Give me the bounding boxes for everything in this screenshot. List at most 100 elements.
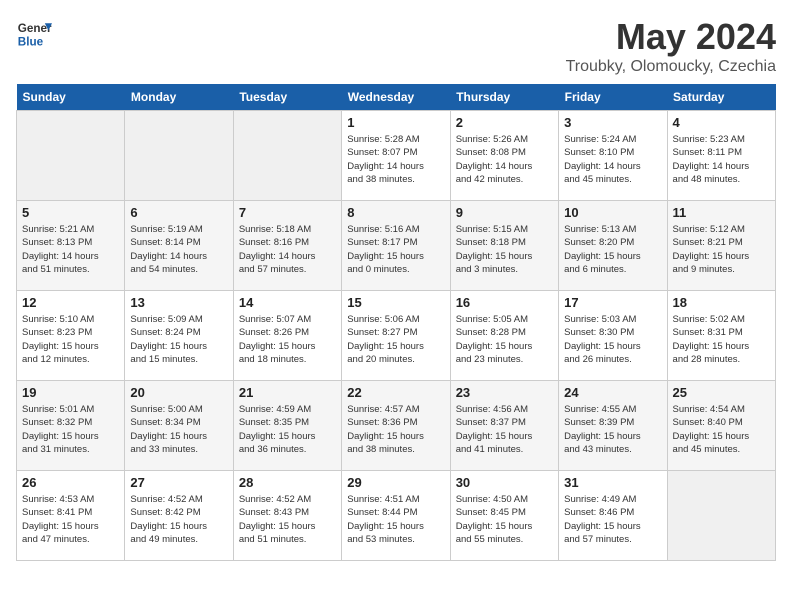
cell-info: Sunrise: 5:28 AM Sunset: 8:07 PM Dayligh… [347, 133, 444, 186]
day-number: 3 [564, 115, 661, 130]
day-number: 4 [673, 115, 770, 130]
calendar-cell: 28Sunrise: 4:52 AM Sunset: 8:43 PM Dayli… [233, 471, 341, 561]
calendar-cell: 27Sunrise: 4:52 AM Sunset: 8:42 PM Dayli… [125, 471, 233, 561]
day-header-thursday: Thursday [450, 84, 558, 111]
day-number: 9 [456, 205, 553, 220]
week-row-4: 19 Sunrise: 5:01 AM Sunset: 8:32 PM Dayli… [17, 381, 776, 471]
calendar-cell: 5Sunrise: 5:21 AM Sunset: 8:13 PM Daylig… [17, 201, 125, 291]
logo-icon: General Blue [16, 16, 52, 52]
day-header-friday: Friday [559, 84, 667, 111]
day-number: 19 [22, 385, 119, 400]
month-title: May 2024 [566, 16, 776, 58]
day-number: 20 [130, 385, 227, 400]
cell-info: Sunrise: 5:15 AM Sunset: 8:18 PM Dayligh… [456, 223, 553, 276]
day-header-tuesday: Tuesday [233, 84, 341, 111]
cell-info: Sunrise: 5:18 AM Sunset: 8:16 PM Dayligh… [239, 223, 336, 276]
calendar-cell: 29 Sunrise: 4:51 AM Sunset: 8:44 PM Dayli… [342, 471, 450, 561]
cell-info: Sunrise: 5:05 AM Sunset: 8:28 PM Dayligh… [456, 313, 553, 366]
cell-info: Sunrise: 5:06 AM Sunset: 8:27 PM Dayligh… [347, 313, 444, 366]
cell-info: Sunrise: 4:51 AM Sunset: 8:44 PM Dayligh… [347, 493, 444, 546]
calendar-cell: 31 Sunrise: 4:49 AM Sunset: 8:46 PM Dayli… [559, 471, 667, 561]
calendar-cell: 11 Sunrise: 5:12 AM Sunset: 8:21 PM Dayli… [667, 201, 775, 291]
calendar-cell: 7 Sunrise: 5:18 AM Sunset: 8:16 PM Daylig… [233, 201, 341, 291]
day-number: 7 [239, 205, 336, 220]
svg-text:Blue: Blue [18, 36, 44, 49]
calendar-cell: 14 Sunrise: 5:07 AM Sunset: 8:26 PM Dayli… [233, 291, 341, 381]
cell-info: Sunrise: 5:07 AM Sunset: 8:26 PM Dayligh… [239, 313, 336, 366]
week-row-3: 12Sunrise: 5:10 AM Sunset: 8:23 PM Dayli… [17, 291, 776, 381]
day-number: 11 [673, 205, 770, 220]
day-header-sunday: Sunday [17, 84, 125, 111]
calendar-cell: 10 Sunrise: 5:13 AM Sunset: 8:20 PM Dayli… [559, 201, 667, 291]
cell-info: Sunrise: 5:03 AM Sunset: 8:30 PM Dayligh… [564, 313, 661, 366]
day-header-wednesday: Wednesday [342, 84, 450, 111]
cell-info: Sunrise: 5:23 AM Sunset: 8:11 PM Dayligh… [673, 133, 770, 186]
calendar-cell: 22 Sunrise: 4:57 AM Sunset: 8:36 PM Dayli… [342, 381, 450, 471]
day-number: 24 [564, 385, 661, 400]
calendar-cell: 4 Sunrise: 5:23 AM Sunset: 8:11 PM Daylig… [667, 111, 775, 201]
header-row: SundayMondayTuesdayWednesdayThursdayFrid… [17, 84, 776, 111]
week-row-2: 5Sunrise: 5:21 AM Sunset: 8:13 PM Daylig… [17, 201, 776, 291]
calendar-cell: 15Sunrise: 5:06 AM Sunset: 8:27 PM Dayli… [342, 291, 450, 381]
week-row-5: 26Sunrise: 4:53 AM Sunset: 8:41 PM Dayli… [17, 471, 776, 561]
calendar-cell [667, 471, 775, 561]
cell-info: Sunrise: 4:57 AM Sunset: 8:36 PM Dayligh… [347, 403, 444, 456]
calendar-cell: 2 Sunrise: 5:26 AM Sunset: 8:08 PM Daylig… [450, 111, 558, 201]
day-number: 6 [130, 205, 227, 220]
day-number: 16 [456, 295, 553, 310]
day-header-saturday: Saturday [667, 84, 775, 111]
day-number: 13 [130, 295, 227, 310]
calendar-cell [233, 111, 341, 201]
day-number: 31 [564, 475, 661, 490]
cell-info: Sunrise: 5:09 AM Sunset: 8:24 PM Dayligh… [130, 313, 227, 366]
calendar-cell: 3 Sunrise: 5:24 AM Sunset: 8:10 PM Daylig… [559, 111, 667, 201]
cell-info: Sunrise: 4:59 AM Sunset: 8:35 PM Dayligh… [239, 403, 336, 456]
logo: General Blue [16, 16, 52, 52]
cell-info: Sunrise: 5:10 AM Sunset: 8:23 PM Dayligh… [22, 313, 119, 366]
day-number: 28 [239, 475, 336, 490]
cell-info: Sunrise: 5:01 AM Sunset: 8:32 PM Dayligh… [22, 403, 119, 456]
cell-info: Sunrise: 5:02 AM Sunset: 8:31 PM Dayligh… [673, 313, 770, 366]
cell-info: Sunrise: 5:24 AM Sunset: 8:10 PM Dayligh… [564, 133, 661, 186]
day-number: 23 [456, 385, 553, 400]
calendar-cell: 18 Sunrise: 5:02 AM Sunset: 8:31 PM Dayli… [667, 291, 775, 381]
calendar-cell: 13 Sunrise: 5:09 AM Sunset: 8:24 PM Dayli… [125, 291, 233, 381]
day-number: 17 [564, 295, 661, 310]
day-number: 27 [130, 475, 227, 490]
day-number: 8 [347, 205, 444, 220]
day-number: 22 [347, 385, 444, 400]
cell-info: Sunrise: 4:54 AM Sunset: 8:40 PM Dayligh… [673, 403, 770, 456]
day-number: 30 [456, 475, 553, 490]
cell-info: Sunrise: 4:53 AM Sunset: 8:41 PM Dayligh… [22, 493, 119, 546]
calendar-cell: 24 Sunrise: 4:55 AM Sunset: 8:39 PM Dayli… [559, 381, 667, 471]
title-area: May 2024 Troubky, Olomoucky, Czechia [566, 16, 776, 76]
day-header-monday: Monday [125, 84, 233, 111]
calendar-cell: 1Sunrise: 5:28 AM Sunset: 8:07 PM Daylig… [342, 111, 450, 201]
day-number: 10 [564, 205, 661, 220]
location-title: Troubky, Olomoucky, Czechia [566, 58, 776, 76]
cell-info: Sunrise: 5:13 AM Sunset: 8:20 PM Dayligh… [564, 223, 661, 276]
cell-info: Sunrise: 5:16 AM Sunset: 8:17 PM Dayligh… [347, 223, 444, 276]
calendar-table: SundayMondayTuesdayWednesdayThursdayFrid… [16, 84, 776, 561]
cell-info: Sunrise: 4:49 AM Sunset: 8:46 PM Dayligh… [564, 493, 661, 546]
day-number: 2 [456, 115, 553, 130]
calendar-cell: 6Sunrise: 5:19 AM Sunset: 8:14 PM Daylig… [125, 201, 233, 291]
calendar-cell: 16 Sunrise: 5:05 AM Sunset: 8:28 PM Dayli… [450, 291, 558, 381]
day-number: 29 [347, 475, 444, 490]
calendar-cell: 25 Sunrise: 4:54 AM Sunset: 8:40 PM Dayli… [667, 381, 775, 471]
calendar-cell: 21Sunrise: 4:59 AM Sunset: 8:35 PM Dayli… [233, 381, 341, 471]
cell-info: Sunrise: 5:00 AM Sunset: 8:34 PM Dayligh… [130, 403, 227, 456]
cell-info: Sunrise: 5:26 AM Sunset: 8:08 PM Dayligh… [456, 133, 553, 186]
day-number: 14 [239, 295, 336, 310]
calendar-cell: 9 Sunrise: 5:15 AM Sunset: 8:18 PM Daylig… [450, 201, 558, 291]
cell-info: Sunrise: 4:56 AM Sunset: 8:37 PM Dayligh… [456, 403, 553, 456]
cell-info: Sunrise: 5:12 AM Sunset: 8:21 PM Dayligh… [673, 223, 770, 276]
day-number: 25 [673, 385, 770, 400]
calendar-cell [17, 111, 125, 201]
calendar-cell: 17 Sunrise: 5:03 AM Sunset: 8:30 PM Dayli… [559, 291, 667, 381]
calendar-cell: 23 Sunrise: 4:56 AM Sunset: 8:37 PM Dayli… [450, 381, 558, 471]
calendar-cell [125, 111, 233, 201]
day-number: 18 [673, 295, 770, 310]
cell-info: Sunrise: 4:55 AM Sunset: 8:39 PM Dayligh… [564, 403, 661, 456]
week-row-1: 1Sunrise: 5:28 AM Sunset: 8:07 PM Daylig… [17, 111, 776, 201]
